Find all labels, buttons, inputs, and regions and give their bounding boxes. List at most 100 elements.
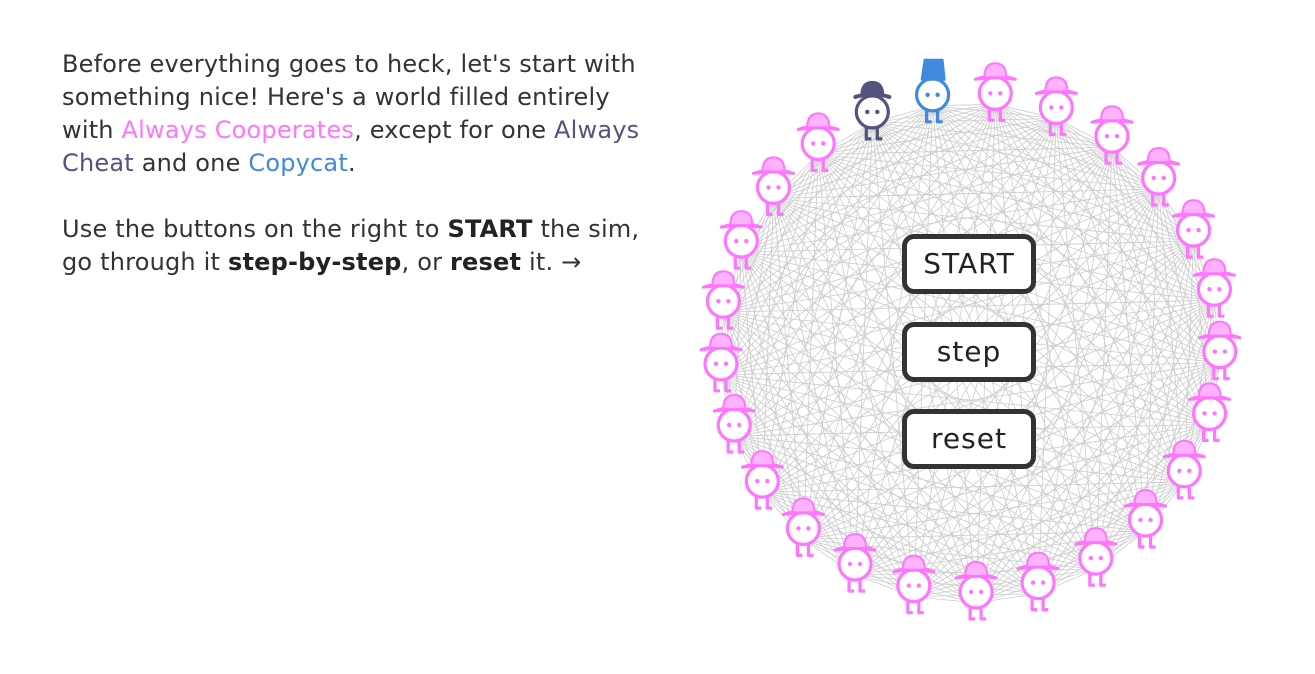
- intro-text-segment: , or: [401, 248, 450, 276]
- cowboy-hat-crown: [1207, 320, 1232, 337]
- cowboy-hat-crown: [1202, 258, 1227, 275]
- agent-eye: [1040, 580, 1046, 585]
- simulation-panel: START step reset: [695, 40, 1315, 674]
- cowboy-hat-crown: [1197, 382, 1222, 399]
- agent-eye: [821, 141, 826, 146]
- agent-eye: [726, 299, 731, 304]
- cowboy-hat-crown: [1172, 439, 1197, 456]
- cowboy-hat-crown: [806, 112, 831, 129]
- agent-leg: [917, 600, 924, 615]
- always-cooperate-agent: [1188, 382, 1232, 442]
- agent-eye: [1030, 580, 1036, 585]
- intro-paragraph-1: Before everything goes to heck, let's st…: [62, 48, 642, 180]
- bowler-hat-crown: [860, 80, 885, 97]
- agent-eye: [776, 185, 781, 190]
- agent-head: [837, 546, 873, 582]
- agent-head: [1020, 564, 1056, 601]
- agent-eye: [1217, 287, 1222, 292]
- cowboy-hat-crown: [1044, 76, 1069, 93]
- agent-head: [1166, 453, 1202, 489]
- agent-leg: [1212, 428, 1220, 442]
- cowboy-hat-crown: [708, 332, 734, 349]
- agent-eye: [1177, 468, 1182, 473]
- agent-eye: [723, 361, 729, 366]
- agent-eye: [811, 141, 816, 146]
- agent-eye: [988, 91, 993, 96]
- agent-eye: [1161, 175, 1166, 181]
- agent-eye: [865, 109, 870, 115]
- agent-eye: [727, 422, 732, 428]
- agent-leg: [858, 579, 865, 593]
- agent-eye: [1059, 105, 1064, 110]
- agent-eye: [1187, 468, 1192, 473]
- agent-eye: [968, 589, 974, 595]
- step-button[interactable]: step: [902, 322, 1036, 382]
- connection-line: [932, 105, 1113, 148]
- step-keyword: step-by-step: [227, 248, 402, 276]
- agent-eye: [857, 561, 863, 567]
- agent-eye: [1202, 411, 1207, 416]
- cowboy-hat-crown: [711, 270, 736, 287]
- agent-eye: [998, 91, 1003, 96]
- agent-head: [915, 77, 951, 113]
- agent-head: [1127, 502, 1164, 538]
- agent-eye: [737, 422, 742, 428]
- agent-eye: [875, 109, 880, 115]
- agent-leg: [1187, 485, 1195, 500]
- cowboy-hat-crown: [761, 156, 786, 173]
- cowboy-hat-crown: [750, 450, 775, 467]
- connection-line: [872, 122, 1113, 148]
- agent-eye: [925, 92, 930, 97]
- agent-eye: [806, 526, 811, 531]
- agent-eye: [1114, 134, 1120, 139]
- agent-eye: [1098, 555, 1103, 561]
- agent-eye: [713, 361, 719, 366]
- agent-head: [1078, 540, 1114, 576]
- agent-leg: [806, 543, 814, 557]
- copycat-label: Copycat: [248, 149, 348, 177]
- agent-eye: [1212, 411, 1217, 416]
- agent-eye: [716, 299, 721, 304]
- agent-head: [800, 125, 836, 162]
- agent-eye: [916, 583, 921, 588]
- agent-leg: [1223, 366, 1230, 381]
- agent-eye: [1088, 555, 1093, 561]
- agent-eye: [906, 583, 911, 588]
- intro-text-segment: , except for one: [354, 116, 555, 144]
- agent-leg: [1196, 245, 1204, 259]
- intro-text-segment: Use the buttons on the right to: [62, 215, 448, 243]
- intro-text: Before everything goes to heck, let's st…: [62, 48, 642, 312]
- agent-eye: [1151, 175, 1156, 181]
- always-cooperates-label: Always Cooperates: [121, 116, 355, 144]
- cowboy-hat-crown: [791, 497, 816, 514]
- agent-head: [1202, 334, 1238, 370]
- connection-line: [854, 122, 873, 576]
- agent-head: [744, 463, 780, 499]
- reset-button[interactable]: reset: [902, 409, 1036, 469]
- intro-text-segment: .: [347, 149, 356, 177]
- agent-head: [1038, 89, 1074, 126]
- agent-head: [716, 407, 752, 443]
- agent-head: [755, 169, 792, 205]
- agent-leg: [765, 496, 773, 510]
- cowboy-hat-crown: [1099, 105, 1125, 122]
- agent-eye: [935, 92, 940, 97]
- connection-line: [723, 311, 915, 597]
- start-button[interactable]: START: [902, 234, 1036, 294]
- agent-head: [723, 223, 759, 259]
- agent-eye: [766, 185, 771, 190]
- agent-eye: [847, 561, 853, 567]
- agent-head: [1175, 212, 1212, 248]
- agent-head: [703, 346, 739, 382]
- intro-text-segment: it. →: [521, 248, 582, 276]
- bucket-hat: [920, 58, 946, 81]
- intro-paragraph-2: Use the buttons on the right to START th…: [62, 213, 642, 279]
- agent-eye: [1148, 517, 1153, 523]
- agent-head: [977, 75, 1013, 111]
- agent-head: [1094, 118, 1130, 154]
- cowboy-hat-crown: [1146, 146, 1171, 163]
- agent-leg: [979, 606, 987, 621]
- cowboy-hat-crown: [1083, 527, 1108, 544]
- agent-head: [785, 510, 822, 546]
- agent-head: [1191, 395, 1228, 431]
